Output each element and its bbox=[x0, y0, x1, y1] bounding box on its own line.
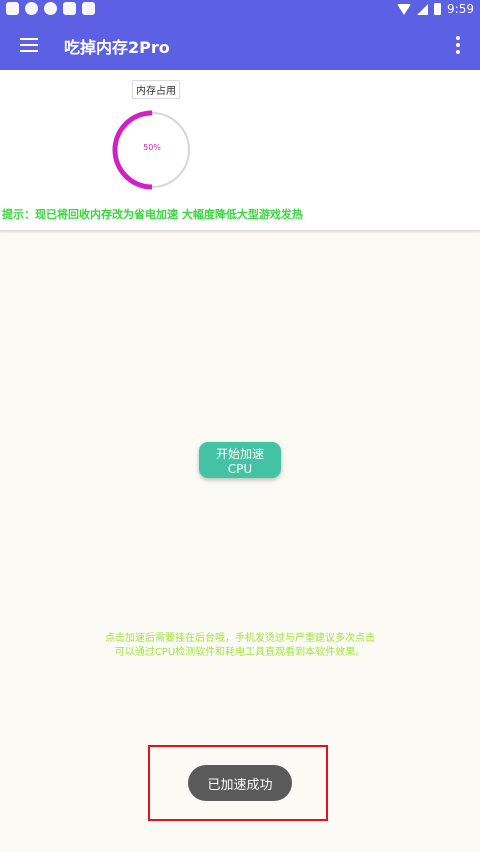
status-time: 9:59 bbox=[447, 2, 474, 16]
app-title: 吃掉内存2Pro bbox=[64, 38, 170, 57]
memory-card: 内存占用 50% 提示：现已将回收内存改为省电加速 大幅度降低大型游戏发热 bbox=[0, 70, 480, 231]
app-icon bbox=[82, 2, 95, 15]
memory-usage-label: 内存占用 bbox=[132, 80, 180, 99]
start-cpu-boost-button[interactable]: 开始加速CPU bbox=[199, 442, 281, 478]
app-icon bbox=[6, 2, 19, 15]
notification-icons bbox=[6, 2, 95, 15]
info-line-2: 可以通过CPU检测软件和耗电工具直观看到本软件效果。 bbox=[114, 647, 366, 658]
hamburger-menu-icon[interactable] bbox=[20, 38, 38, 52]
app-bar: 吃掉内存2Pro bbox=[0, 20, 480, 70]
info-line-1: 点击加速后需要挂在后台哦，手机发烫过与严重建议多次点击 bbox=[105, 633, 375, 644]
more-vertical-icon[interactable] bbox=[456, 36, 460, 54]
app-icon bbox=[63, 2, 76, 15]
wifi-icon bbox=[397, 3, 412, 15]
battery-icon bbox=[434, 3, 442, 15]
system-icons: 9:59 bbox=[397, 2, 474, 16]
memory-percent: 50% bbox=[143, 143, 161, 152]
gamepad-icon bbox=[44, 2, 57, 15]
status-bar: 9:59 bbox=[0, 0, 480, 20]
cell-signal-icon bbox=[417, 3, 429, 15]
hint-text: 提示：现已将回收内存改为省电加速 大幅度降低大型游戏发热 bbox=[2, 208, 303, 221]
info-text: 点击加速后需要挂在后台哦，手机发烫过与严重建议多次点击 可以通过CPU检测软件和… bbox=[0, 632, 480, 660]
gamepad-icon bbox=[25, 2, 38, 15]
success-toast: 已加速成功 bbox=[188, 765, 292, 801]
